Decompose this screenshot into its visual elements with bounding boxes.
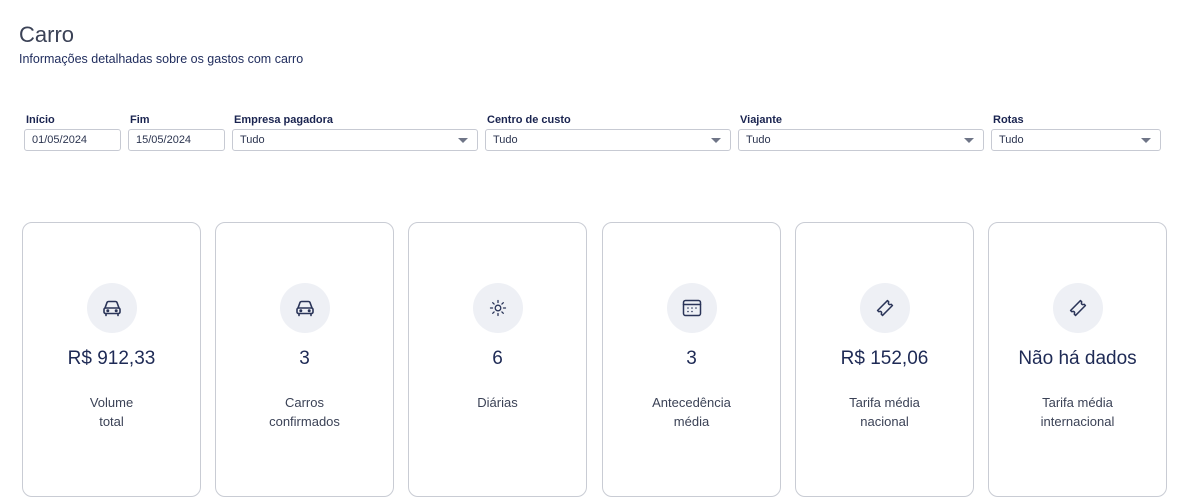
centro-select[interactable]: Tudo [485,129,731,151]
page-subtitle: Informações detalhadas sobre os gastos c… [19,52,304,66]
empresa-select-value: Tudo [240,134,265,146]
sun-icon [473,283,523,333]
card-label: Diárias [419,393,576,412]
card-label-line2: total [99,414,124,429]
filters-bar: Início 01/05/2024 Fim 15/05/2024 Empresa… [24,113,1164,153]
card-tarifa-nacional: R$ 152,06 Tarifa média nacional [795,222,974,497]
card-tarifa-internacional: Não há dados Tarifa média internacional [988,222,1167,497]
card-label: Volume total [33,393,190,431]
card-value: Não há dados [1018,348,1137,369]
viajante-select[interactable]: Tudo [738,129,984,151]
filter-viajante: Viajante Tudo [738,113,984,151]
centro-select-value: Tudo [493,134,518,146]
card-antecedencia-media: 3 Antecedência média [602,222,781,497]
chevron-down-icon [1141,138,1151,143]
filter-viajante-label: Viajante [740,114,782,126]
page-title: Carro [19,22,75,47]
card-label-line2: internacional [1040,414,1115,429]
ticket-icon [860,283,910,333]
filter-rotas-label: Rotas [993,114,1024,126]
card-label-line1: Tarifa média [849,395,920,410]
card-label-line1: Carros [284,395,324,410]
filter-fim: Fim 15/05/2024 [128,113,225,151]
chevron-down-icon [458,138,468,143]
card-value: 3 [686,348,697,369]
filter-inicio: Início 01/05/2024 [24,113,121,151]
card-label: Antecedência média [613,393,770,431]
ticket-icon [1053,283,1103,333]
rotas-select[interactable]: Tudo [991,129,1161,151]
card-value: R$ 152,06 [840,348,929,369]
filter-centro: Centro de custo Tudo [485,113,731,151]
card-value: 3 [299,348,310,369]
card-label-line1: Volume [89,395,134,410]
card-label: Carros confirmados [226,393,383,431]
chevron-down-icon [964,138,974,143]
filter-centro-label: Centro de custo [487,114,571,126]
filter-empresa-label: Empresa pagadora [234,114,334,126]
card-label-line1: Diárias [477,395,518,410]
card-label: Tarifa média internacional [999,393,1156,431]
card-diarias: 6 Diárias [408,222,587,497]
filter-inicio-label: Início [26,114,55,126]
car-icon [280,283,330,333]
card-label-line2: confirmados [269,414,340,429]
filter-empresa: Empresa pagadora Tudo [232,113,478,151]
card-label-line2: média [673,414,710,429]
calendar-icon [667,283,717,333]
card-value: 6 [492,348,503,369]
filter-fim-label: Fim [130,114,150,126]
card-label-line1: Tarifa média [1042,395,1113,410]
card-value: R$ 912,33 [67,348,156,369]
card-label-line1: Antecedência [652,395,731,410]
card-label: Tarifa média nacional [806,393,963,431]
chevron-down-icon [711,138,721,143]
card-label-line2: nacional [860,414,909,429]
card-volume-total: R$ 912,33 Volume total [22,222,201,497]
viajante-select-value: Tudo [746,134,771,146]
start-date-input[interactable]: 01/05/2024 [24,129,121,151]
end-date-input[interactable]: 15/05/2024 [128,129,225,151]
empresa-select[interactable]: Tudo [232,129,478,151]
filter-rotas: Rotas Tudo [991,113,1161,151]
rotas-select-value: Tudo [999,134,1024,146]
car-icon [87,283,137,333]
card-carros-confirmados: 3 Carros confirmados [215,222,394,497]
